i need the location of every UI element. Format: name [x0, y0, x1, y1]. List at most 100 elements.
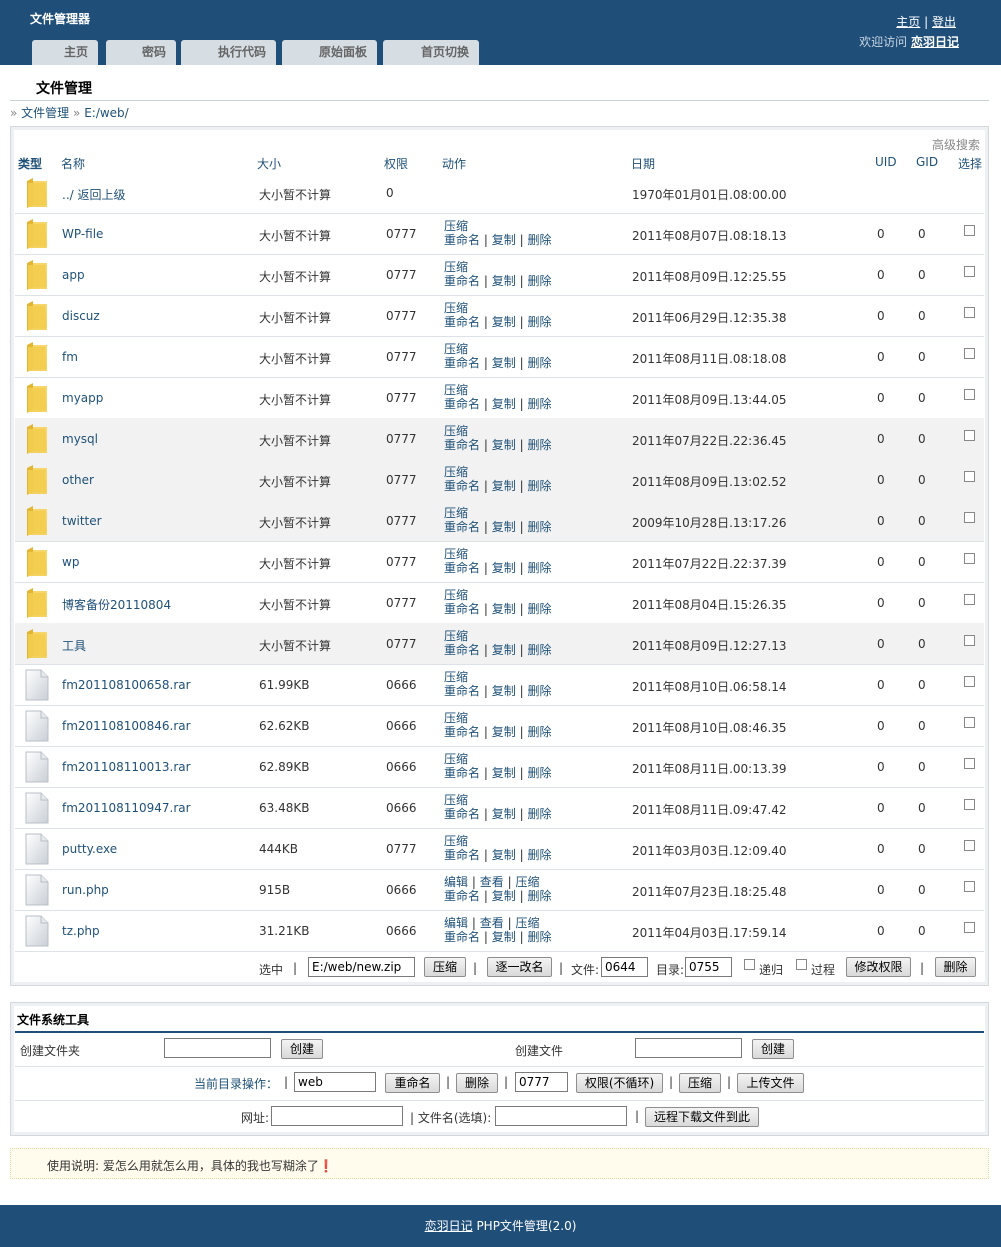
chmod-nonrecursive-button[interactable]: 权限(不循环)	[576, 1073, 663, 1093]
file-name-link[interactable]: fm201108100658.rar	[62, 678, 191, 692]
create-folder-input[interactable]	[164, 1038, 271, 1058]
delete-link[interactable]: 删除	[527, 848, 551, 862]
copy-link[interactable]: 复制	[492, 315, 516, 329]
create-folder-button[interactable]: 创建	[281, 1039, 323, 1059]
rename-link[interactable]: 重命名	[444, 889, 480, 903]
logout-link[interactable]: 登出	[932, 15, 956, 29]
batch-compress-button[interactable]: 压缩	[424, 957, 466, 977]
compress-link[interactable]: 压缩	[444, 506, 468, 520]
row-select-checkbox[interactable]	[964, 266, 975, 277]
url-input[interactable]	[271, 1106, 403, 1126]
delete-link[interactable]: 删除	[527, 274, 551, 288]
process-checkbox[interactable]	[796, 959, 807, 970]
copy-link[interactable]: 复制	[492, 725, 516, 739]
compress-link[interactable]: 压缩	[444, 301, 468, 315]
rename-link[interactable]: 重命名	[444, 397, 480, 411]
recursive-checkbox[interactable]	[744, 959, 755, 970]
row-select-checkbox[interactable]	[964, 717, 975, 728]
delete-link[interactable]: 删除	[527, 356, 551, 370]
rename-link[interactable]: 重命名	[444, 848, 480, 862]
view-link[interactable]: 查看	[480, 875, 504, 889]
row-select-checkbox[interactable]	[964, 348, 975, 359]
tab-homepage-switch[interactable]: 首页切换	[383, 40, 479, 65]
row-select-checkbox[interactable]	[964, 922, 975, 933]
rename-link[interactable]: 重命名	[444, 479, 480, 493]
column-header-perm[interactable]: 权限	[384, 155, 408, 172]
compress-link[interactable]: 压缩	[444, 670, 468, 684]
compress-link[interactable]: 压缩	[444, 219, 468, 233]
copy-link[interactable]: 复制	[492, 643, 516, 657]
delete-link[interactable]: 删除	[527, 766, 551, 780]
delete-link[interactable]: 删除	[527, 561, 551, 575]
breadcrumb-root[interactable]: 文件管理	[21, 106, 69, 120]
compress-link[interactable]: 压缩	[444, 588, 468, 602]
compress-link[interactable]: 压缩	[444, 547, 468, 561]
column-header-date[interactable]: 日期	[631, 155, 655, 172]
rename-link[interactable]: 重命名	[444, 807, 480, 821]
compress-dir-button[interactable]: 压缩	[679, 1073, 721, 1093]
rename-link[interactable]: 重命名	[444, 274, 480, 288]
row-select-checkbox[interactable]	[964, 430, 975, 441]
compress-link[interactable]: 压缩	[444, 342, 468, 356]
rename-link[interactable]: 重命名	[444, 233, 480, 247]
file-name-link[interactable]: ../ 返回上级	[62, 186, 126, 203]
footer-site-link[interactable]: 恋羽日记	[425, 1219, 473, 1233]
row-select-checkbox[interactable]	[964, 307, 975, 318]
rename-link[interactable]: 重命名	[444, 315, 480, 329]
copy-link[interactable]: 复制	[492, 930, 516, 944]
file-name-link[interactable]: fm201108110947.rar	[62, 801, 191, 815]
file-name-link[interactable]: fm201108110013.rar	[62, 760, 191, 774]
rename-link[interactable]: 重命名	[444, 438, 480, 452]
copy-link[interactable]: 复制	[492, 438, 516, 452]
tab-home[interactable]: 主页	[32, 40, 98, 65]
rename-link[interactable]: 重命名	[444, 561, 480, 575]
delete-link[interactable]: 删除	[527, 438, 551, 452]
current-dir-input[interactable]	[294, 1072, 376, 1092]
copy-link[interactable]: 复制	[492, 807, 516, 821]
tab-raw-panel[interactable]: 原始面板	[282, 40, 377, 65]
rename-link[interactable]: 重命名	[444, 602, 480, 616]
rename-link[interactable]: 重命名	[444, 356, 480, 370]
tab-password[interactable]: 密码	[106, 40, 176, 65]
compress-link[interactable]: 压缩	[444, 383, 468, 397]
rename-link[interactable]: 重命名	[444, 684, 480, 698]
edit-link[interactable]: 编辑	[444, 875, 468, 889]
compress-link[interactable]: 压缩	[444, 793, 468, 807]
compress-link[interactable]: 压缩	[515, 916, 539, 930]
file-name-link[interactable]: app	[62, 268, 85, 282]
home-link[interactable]: 主页	[896, 15, 920, 29]
file-name-link[interactable]: wp	[62, 555, 79, 569]
delete-link[interactable]: 删除	[527, 807, 551, 821]
compress-link[interactable]: 压缩	[444, 752, 468, 766]
file-name-link[interactable]: WP-file	[62, 227, 103, 241]
row-select-checkbox[interactable]	[964, 225, 975, 236]
file-perm-input[interactable]	[601, 957, 648, 977]
filename-input[interactable]	[495, 1106, 627, 1126]
row-select-checkbox[interactable]	[964, 594, 975, 605]
rename-link[interactable]: 重命名	[444, 520, 480, 534]
view-link[interactable]: 查看	[480, 916, 504, 930]
compress-link[interactable]: 压缩	[444, 465, 468, 479]
compress-link[interactable]: 压缩	[444, 424, 468, 438]
column-header-gid[interactable]: GID	[916, 155, 938, 169]
column-header-size[interactable]: 大小	[257, 155, 281, 172]
column-header-name[interactable]: 名称	[61, 155, 85, 172]
file-name-link[interactable]: mysql	[62, 432, 98, 446]
file-name-link[interactable]: run.php	[62, 883, 109, 897]
copy-link[interactable]: 复制	[492, 274, 516, 288]
row-select-checkbox[interactable]	[964, 512, 975, 523]
file-name-link[interactable]: fm201108100846.rar	[62, 719, 191, 733]
chmod-button[interactable]: 修改权限	[846, 957, 911, 977]
row-select-checkbox[interactable]	[964, 471, 975, 482]
create-file-button[interactable]: 创建	[752, 1039, 794, 1059]
compress-link[interactable]: 压缩	[444, 260, 468, 274]
file-name-link[interactable]: twitter	[62, 514, 102, 528]
file-name-link[interactable]: fm	[62, 350, 78, 364]
compress-link[interactable]: 压缩	[444, 629, 468, 643]
file-name-link[interactable]: myapp	[62, 391, 103, 405]
delete-link[interactable]: 删除	[527, 315, 551, 329]
rename-link[interactable]: 重命名	[444, 766, 480, 780]
file-name-link[interactable]: 工具	[62, 637, 86, 654]
copy-link[interactable]: 复制	[492, 233, 516, 247]
batch-delete-button[interactable]: 删除	[935, 957, 976, 977]
